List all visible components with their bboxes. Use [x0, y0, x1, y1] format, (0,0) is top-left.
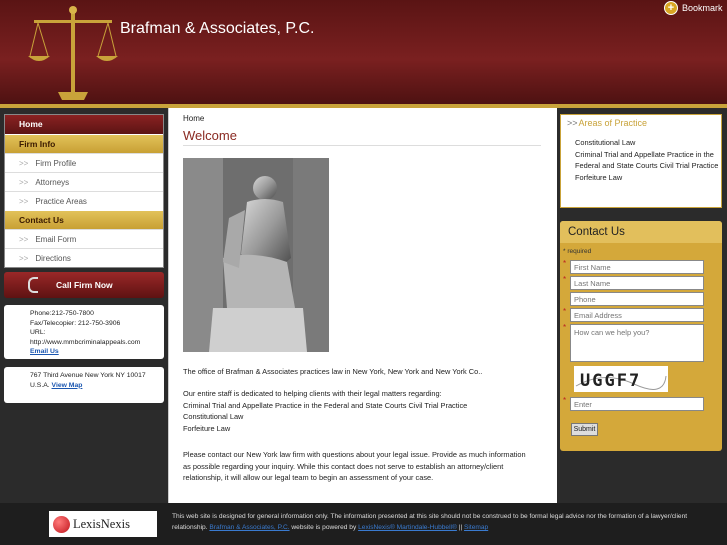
bookmark-button[interactable]: + Bookmark — [664, 0, 723, 16]
plus-icon: + — [664, 1, 678, 15]
nav-label: Practice Areas — [35, 197, 87, 206]
scales-of-justice-icon — [28, 6, 118, 100]
email-field[interactable] — [570, 308, 704, 322]
call-firm-label: Call Firm Now — [56, 280, 113, 290]
main-content: Home Welcome The office of Brafman & Ass… — [168, 108, 557, 503]
breadcrumb[interactable]: Home — [183, 114, 204, 123]
nav-home[interactable]: Home — [5, 115, 163, 134]
nav-firm-profile[interactable]: >> Firm Profile — [5, 153, 163, 172]
intro-paragraph: The office of Brafman & Associates pract… — [183, 367, 483, 376]
phone-number: Phone:212-750-7800 — [30, 310, 94, 317]
website-url: http://www.mmbcriminalappeals.com — [30, 338, 141, 346]
text-line: Our entire staff is dedicated to helping… — [183, 389, 442, 398]
area-item[interactable]: Constitutional Law — [575, 137, 721, 149]
site-header: Brafman & Associates, P.C. + Bookmark — [0, 0, 727, 108]
contact-info-box: Phone:212-750-7800 Fax/Telecopier: 212-7… — [4, 305, 164, 359]
chevron-right-icon: >> — [19, 178, 29, 187]
areas-title-label: Areas of Practice — [578, 118, 648, 128]
contact-paragraph: Please contact our New York law firm wit… — [183, 450, 526, 482]
url-label: URL: — [30, 329, 46, 336]
areas-list: Constitutional Law Criminal Trial and Ap… — [575, 137, 721, 183]
contact-form-title: Contact Us — [560, 221, 722, 243]
view-map-link[interactable]: View Map — [52, 382, 83, 389]
footer-disclaimer: This web site is designed for general in… — [172, 511, 712, 533]
last-name-field[interactable] — [570, 276, 704, 290]
site-footer: LexisNexis This web site is designed for… — [0, 503, 727, 545]
areas-title: >>Areas of Practice — [567, 118, 647, 128]
nav-label: Email Form — [35, 235, 77, 244]
separator: || — [458, 524, 463, 531]
sitemap-link[interactable]: Sitemap — [464, 524, 488, 531]
first-name-field[interactable] — [570, 260, 704, 274]
chevron-right-icon: >> — [19, 254, 29, 263]
divider — [183, 145, 541, 146]
required-star: * — [563, 307, 567, 316]
chevron-right-icon: >> — [19, 159, 29, 168]
nav-email-form[interactable]: >> Email Form — [5, 229, 163, 248]
nav-label: Attorneys — [35, 178, 70, 187]
side-nav: Home Firm Info >> Firm Profile >> Attorney… — [4, 114, 164, 268]
areas-of-practice-box: >>Areas of Practice Constitutional Law C… — [560, 114, 722, 208]
right-column: >>Areas of Practice Constitutional Law C… — [557, 108, 727, 503]
text-line: Forfeiture Law — [183, 423, 231, 433]
nav-label: Directions — [35, 254, 71, 263]
captcha-text: UGGF7 — [580, 371, 641, 391]
required-star: * — [563, 259, 567, 268]
lexisnexis-wordmark: LexisNexis — [73, 516, 130, 531]
chevron-right-icon: >> — [567, 118, 578, 128]
left-column: Home Firm Info >> Firm Profile >> Attorney… — [0, 108, 168, 503]
contact-form: Contact Us * required * * * * UGGF7 * Su… — [560, 221, 722, 451]
required-note: * required — [563, 248, 592, 255]
lexisnexis-link[interactable]: LexisNexis® Martindale-Hubbell® — [358, 524, 457, 531]
nav-practice-areas[interactable]: >> Practice Areas — [5, 191, 163, 210]
nav-firm-info[interactable]: Firm Info — [5, 134, 163, 153]
area-item[interactable]: Criminal Trial and Appellate Practice in… — [575, 149, 721, 172]
lexisnexis-logo[interactable]: LexisNexis — [49, 511, 157, 537]
practice-paragraph: Our entire staff is dedicated to helping… — [183, 388, 528, 434]
address-box: 767 Third Avenue New York NY 10017 U.S.A… — [4, 367, 164, 403]
text-line: Constitutional Law — [183, 412, 244, 421]
email-us-link[interactable]: Email Us — [30, 348, 59, 355]
required-star: * — [563, 275, 567, 284]
nav-label: Firm Profile — [35, 159, 77, 168]
chevron-right-icon: >> — [19, 197, 29, 206]
statue-image — [183, 158, 329, 352]
required-star: * — [563, 396, 567, 405]
address-country-line: U.S.A. View Map — [30, 381, 164, 391]
captcha-input[interactable] — [570, 397, 704, 411]
phone-field[interactable] — [570, 292, 704, 306]
call-firm-button[interactable]: Call Firm Now — [4, 272, 164, 298]
site-title: Brafman & Associates, P.C. — [120, 20, 315, 37]
powered-by-text: website is powered by — [291, 524, 357, 531]
area-item[interactable]: Forfeiture Law — [575, 172, 721, 184]
message-field[interactable] — [570, 324, 704, 362]
required-star: * — [563, 323, 567, 332]
country: U.S.A. — [30, 381, 50, 389]
firm-link[interactable]: Brafman & Associates, P.C. — [209, 524, 289, 531]
phone-icon — [28, 277, 38, 293]
text-line: Criminal Trial and Appellate Practice in… — [183, 400, 468, 410]
nav-directions[interactable]: >> Directions — [5, 248, 163, 267]
nav-attorneys[interactable]: >> Attorneys — [5, 172, 163, 191]
bookmark-label: Bookmark — [682, 3, 723, 13]
nav-contact-us[interactable]: Contact Us — [5, 210, 163, 229]
chevron-right-icon: >> — [19, 235, 29, 244]
captcha-image: UGGF7 — [574, 366, 668, 392]
page-title: Welcome — [183, 128, 237, 143]
lexisnexis-ball-icon — [53, 515, 70, 533]
address-line: 767 Third Avenue New York NY 10017 — [30, 372, 146, 379]
fax-number: Fax/Telecopier: 212-750-3906 — [30, 319, 121, 327]
submit-button[interactable]: Submit — [571, 423, 598, 436]
